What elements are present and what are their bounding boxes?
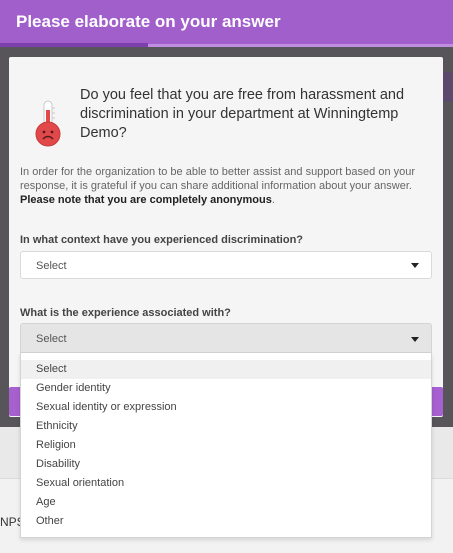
dropdown-option-disability[interactable]: Disability bbox=[21, 455, 431, 474]
context-label: In what context have you experienced dis… bbox=[20, 234, 304, 246]
experience-label: What is the experience associated with? bbox=[20, 307, 231, 319]
modal-header: Please elaborate on your answer bbox=[0, 0, 453, 46]
progress-bar bbox=[0, 43, 148, 47]
info-anonymous-note: Please note that you are completely anon… bbox=[20, 194, 272, 206]
context-select[interactable]: Select bbox=[20, 251, 432, 279]
modal-title: Please elaborate on your answer bbox=[16, 12, 281, 31]
experience-dropdown-list: Select Gender identity Sexual identity o… bbox=[20, 353, 432, 538]
info-end: . bbox=[271, 194, 275, 206]
dropdown-option-age[interactable]: Age bbox=[21, 493, 431, 512]
context-select-value: Select bbox=[36, 260, 67, 272]
caret-down-icon bbox=[411, 337, 419, 342]
dropdown-option-religion[interactable]: Religion bbox=[21, 436, 431, 455]
progress-track bbox=[148, 44, 453, 47]
caret-down-icon bbox=[411, 263, 419, 268]
background-stripe bbox=[443, 72, 453, 102]
dropdown-option-other[interactable]: Other bbox=[21, 512, 431, 531]
anonymity-info: In order for the organization to be able… bbox=[20, 165, 430, 207]
dropdown-option-gender-identity[interactable]: Gender identity bbox=[21, 379, 431, 398]
sad-thermometer-icon bbox=[35, 100, 61, 147]
info-text: In order for the organization to be able… bbox=[20, 166, 416, 192]
experience-select-value: Select bbox=[36, 333, 67, 345]
experience-select[interactable]: Select bbox=[20, 323, 432, 353]
question-text: Do you feel that you are free from haras… bbox=[80, 87, 405, 141]
dropdown-option-select[interactable]: Select bbox=[21, 360, 431, 379]
dropdown-option-sexual-orientation[interactable]: Sexual orientation bbox=[21, 474, 431, 493]
dropdown-option-sexual-identity[interactable]: Sexual identity or expression bbox=[21, 398, 431, 417]
dropdown-option-ethnicity[interactable]: Ethnicity bbox=[21, 417, 431, 436]
